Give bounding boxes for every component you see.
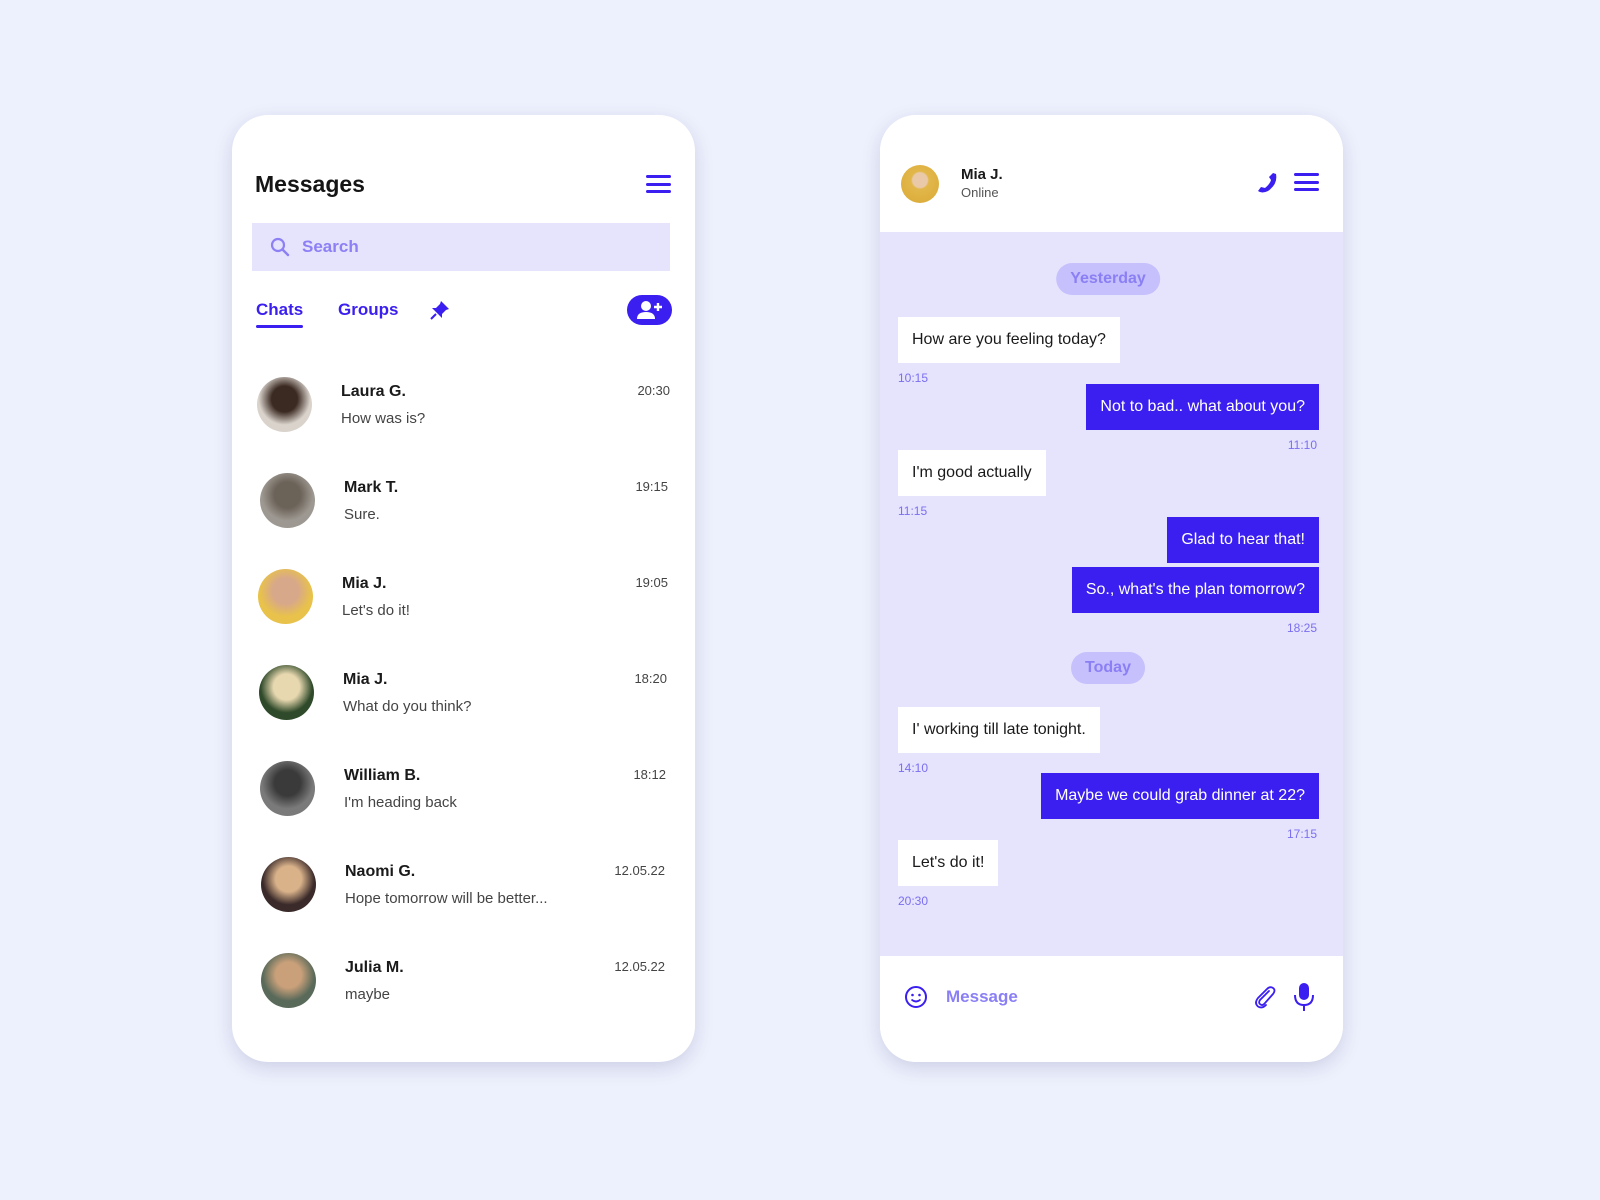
- page-title: Messages: [255, 171, 365, 197]
- chat-list-item[interactable]: Julia M. maybe 12.05.22: [257, 953, 670, 1023]
- smiley-icon[interactable]: [904, 985, 928, 1009]
- message-time: 17:15: [1286, 827, 1317, 841]
- avatar: [257, 377, 312, 432]
- timestamp: 19:05: [635, 575, 668, 590]
- date-separator: Yesterday: [1056, 263, 1160, 295]
- microphone-icon[interactable]: [1293, 982, 1315, 1012]
- contact-name: Julia M.: [345, 959, 404, 976]
- message-preview: Sure.: [344, 506, 380, 523]
- received-message: I' working till late tonight.: [898, 707, 1100, 753]
- add-user-button[interactable]: [627, 295, 672, 325]
- hamburger-icon[interactable]: [1294, 173, 1319, 191]
- timestamp: 12.05.22: [614, 863, 665, 878]
- message-time: 10:15: [898, 371, 929, 385]
- chat-list-item[interactable]: Naomi G. Hope tomorrow will be better...…: [257, 857, 670, 927]
- hamburger-icon[interactable]: [646, 175, 671, 193]
- add-user-icon: [636, 301, 662, 319]
- avatar[interactable]: [901, 165, 939, 203]
- phone-icon[interactable]: [1256, 172, 1278, 194]
- search-icon: [270, 237, 290, 257]
- contact-name: Laura G.: [341, 383, 406, 400]
- message-thread: Yesterday Today How are you feeling toda…: [880, 232, 1343, 956]
- avatar: [258, 569, 313, 624]
- chat-list-item[interactable]: Mia J. What do you think? 18:20: [257, 665, 670, 735]
- contact-name: Mark T.: [344, 479, 399, 496]
- message-input[interactable]: Message: [946, 987, 1018, 1007]
- chat-list-item[interactable]: William B. I'm heading back 18:12: [257, 761, 670, 831]
- message-time: 20:30: [898, 894, 929, 908]
- timestamp: 18:20: [634, 671, 667, 686]
- avatar: [259, 665, 314, 720]
- contact-status: Online: [961, 185, 999, 200]
- message-composer: Message: [880, 956, 1343, 1062]
- contact-name: Mia J.: [961, 166, 1003, 183]
- search-placeholder: Search: [302, 237, 359, 256]
- timestamp: 18:12: [633, 767, 666, 782]
- sent-message: Glad to hear that!: [1167, 517, 1319, 563]
- avatar: [260, 473, 315, 528]
- conversation-header: Mia J. Online: [880, 115, 1343, 232]
- message-preview: maybe: [345, 986, 391, 1003]
- contact-name: Naomi G.: [345, 863, 416, 880]
- avatar: [261, 953, 316, 1008]
- timestamp: 19:15: [635, 479, 668, 494]
- received-message: How are you feeling today?: [898, 317, 1120, 363]
- paperclip-icon[interactable]: [1254, 985, 1276, 1009]
- avatar: [261, 857, 316, 912]
- chat-list-item[interactable]: Mark T. Sure. 19:15: [257, 473, 670, 543]
- contact-name: Mia J.: [342, 575, 387, 592]
- chat-list-screen: Messages Search Chats Groups Laura G. Ho…: [232, 115, 695, 1062]
- sent-message: So., what's the plan tomorrow?: [1071, 567, 1319, 613]
- message-preview: Hope tomorrow will be better...: [345, 890, 548, 907]
- sent-message: Maybe we could grab dinner at 22?: [1041, 773, 1319, 819]
- date-separator: Today: [1071, 652, 1145, 684]
- message-time: 18:25: [1286, 621, 1317, 635]
- message-preview: How was is?: [341, 410, 426, 427]
- message-preview: What do you think?: [343, 698, 472, 715]
- tab-groups[interactable]: Groups: [338, 300, 398, 320]
- message-time: 14:10: [898, 761, 929, 775]
- search-input[interactable]: Search: [252, 223, 670, 271]
- message-time: 11:10: [1287, 438, 1317, 452]
- received-message: I'm good actually: [898, 450, 1046, 496]
- chat-list-item[interactable]: Mia J. Let's do it! 19:05: [257, 569, 670, 639]
- chat-list-item[interactable]: Laura G. How was is? 20:30: [257, 377, 670, 447]
- message-preview: Let's do it!: [342, 602, 410, 619]
- message-time: 11:15: [898, 504, 928, 518]
- timestamp: 12.05.22: [614, 959, 665, 974]
- received-message: Let's do it!: [898, 840, 999, 886]
- sent-message: Not to bad.. what about you?: [1086, 384, 1319, 430]
- contact-name: William B.: [344, 767, 421, 784]
- timestamp: 20:30: [637, 383, 670, 398]
- pin-icon[interactable]: [430, 300, 450, 320]
- tab-chats[interactable]: Chats: [256, 300, 304, 328]
- avatar: [260, 761, 315, 816]
- contact-name: Mia J.: [343, 671, 388, 688]
- conversation-screen: Mia J. Online Yesterday Today How are yo…: [880, 115, 1343, 1062]
- message-preview: I'm heading back: [344, 794, 457, 811]
